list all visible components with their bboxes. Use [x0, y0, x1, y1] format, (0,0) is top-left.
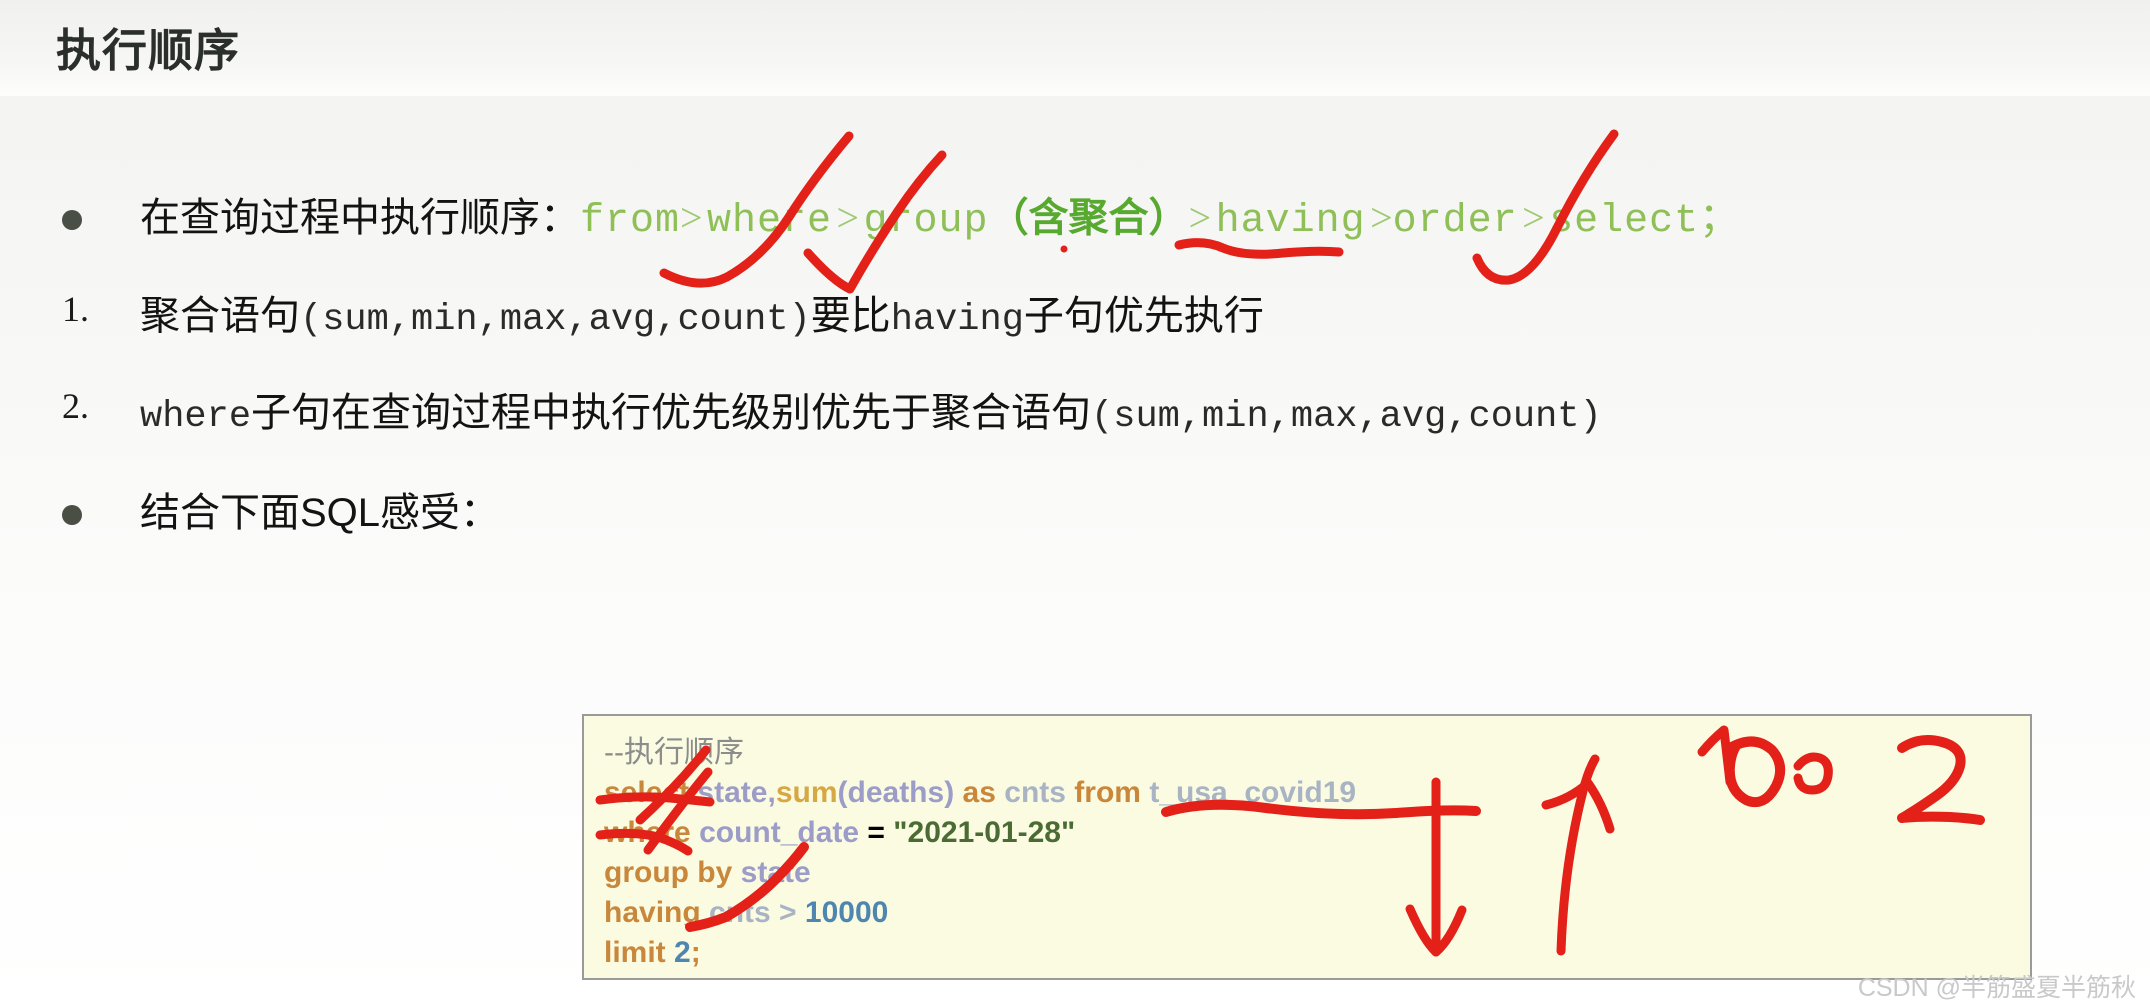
bullet-row-4: 结合下面SQL感受：	[140, 480, 500, 538]
code-token-1-7: )	[944, 776, 955, 809]
where-kw: where	[140, 396, 252, 438]
sql-code-block: --执行顺序 select state,sum(deaths) as cnts …	[582, 714, 2032, 980]
code-token-1-10	[996, 776, 1004, 809]
sql-feel-label: 结合下面SQL感受：	[140, 491, 501, 535]
code-token-1-3: ,	[767, 776, 776, 809]
bullet-marker-2: 1.	[62, 289, 89, 329]
code-token-2-0: where	[604, 816, 691, 849]
code-line-0: --执行顺序	[604, 738, 744, 768]
slide-canvas: 执行顺序 在查询过程中执行顺序：from> where > group（含聚合）…	[0, 0, 2150, 1008]
where-funcs: (sum,min,max,avg,count)	[1091, 396, 1602, 438]
code-token-4-2: cnts	[709, 896, 771, 929]
kw-having: having	[1215, 199, 1366, 244]
arrow-3: >	[1188, 195, 1212, 240]
kw-where: where	[707, 199, 833, 244]
code-token-1-2: state	[697, 776, 768, 809]
code-token-5-2: 2	[674, 936, 691, 969]
code-token-5-3: ;	[690, 936, 701, 969]
kw-select: select；	[1549, 199, 1741, 244]
code-token-1-13: from	[1074, 776, 1141, 809]
code-token-5-0: limit	[604, 936, 666, 969]
code-token-3-2: state	[740, 856, 811, 889]
code-token-3-1	[732, 856, 740, 889]
agg-tail: 子句优先执行	[1023, 294, 1264, 338]
code-line-2: where count_date = "2021-01-28"	[604, 818, 1075, 848]
code-token-2-3: =	[859, 816, 894, 849]
bullet-marker-3: 2.	[62, 386, 89, 426]
code-token-2-2: count_date	[699, 816, 860, 849]
code-token-1-11: cnts	[1004, 776, 1066, 809]
agg-having: having	[890, 299, 1024, 341]
bullet-marker-4	[62, 505, 82, 525]
csdn-watermark: CSDN @半筋盛夏半筋秋	[1857, 974, 2136, 1002]
title-bar: 执行顺序	[0, 0, 2150, 96]
code-token-0-0: --执行顺序	[604, 736, 744, 769]
code-token-1-15: t_usa_covid19	[1149, 776, 1357, 809]
bullet-row-1: 在查询过程中执行顺序：from> where > group（含聚合）> hav…	[140, 185, 1740, 244]
code-token-4-4: 10000	[804, 896, 889, 929]
code-token-1-8	[954, 776, 962, 809]
code-token-2-1	[691, 816, 699, 849]
code-line-5: limit 2;	[604, 938, 701, 968]
code-token-5-1	[666, 936, 674, 969]
code-line-1: select state,sum(deaths) as cnts from t_…	[604, 778, 1356, 808]
code-token-1-0: select	[604, 776, 690, 809]
bullet-row-2: 聚合语句(sum,min,max,avg,count)要比having子句优先执…	[140, 283, 1264, 341]
code-token-4-1	[701, 896, 709, 929]
code-line-3: group by state	[604, 858, 811, 888]
where-desc: 子句在查询过程中执行优先级别优先于聚合语句	[251, 391, 1092, 435]
bullet-1-prefix: 在查询过程中执行顺序：	[140, 196, 580, 240]
code-token-1-6: deaths	[847, 776, 945, 809]
arrow-4: >	[1370, 195, 1393, 240]
code-token-2-4: "2021-01-28"	[893, 816, 1076, 849]
agg-compare: 要比	[810, 294, 891, 338]
code-token-4-0: having	[604, 896, 701, 929]
code-token-3-0: group by	[604, 856, 733, 889]
bullet-marker-1	[62, 210, 82, 230]
agg-label: 聚合语句	[140, 294, 300, 338]
code-token-4-3: >	[770, 896, 805, 929]
kw-group-agg: （含聚合）	[988, 196, 1189, 240]
kw-order: order	[1392, 199, 1518, 244]
kw-group: group	[863, 199, 989, 244]
code-token-1-9: as	[962, 776, 996, 809]
code-line-4: having cnts > 10000	[604, 898, 888, 928]
page-title: 执行顺序	[56, 25, 241, 76]
kw-from: from	[580, 199, 681, 244]
code-token-1-5: (	[837, 776, 848, 809]
ink-dot-1	[1060, 245, 1068, 253]
arrow-1: >	[680, 195, 703, 240]
agg-funcs: (sum,min,max,avg,count)	[300, 299, 811, 341]
code-token-1-4: sum	[775, 776, 838, 809]
underline-hanjuhe-icon	[1174, 238, 1344, 259]
arrow-2: >	[836, 195, 860, 240]
arrow-5: >	[1522, 195, 1545, 240]
bullet-row-3: where子句在查询过程中执行优先级别优先于聚合语句(sum,min,max,a…	[140, 380, 1602, 438]
